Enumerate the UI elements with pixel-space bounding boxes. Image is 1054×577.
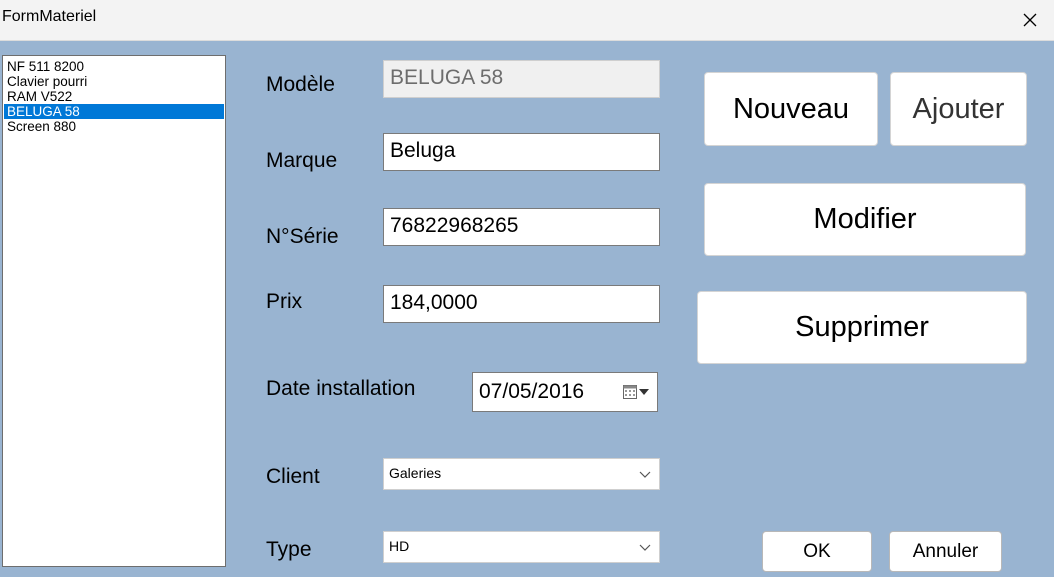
date-installation-label: Date installation: [266, 377, 416, 400]
type-selected-value: HD: [389, 538, 410, 554]
type-combobox[interactable]: HD: [383, 531, 660, 563]
list-item[interactable]: Screen 880: [4, 119, 224, 134]
type-label: Type: [266, 538, 312, 561]
serie-field[interactable]: 76822968265: [383, 208, 660, 246]
nouveau-button[interactable]: Nouveau: [704, 72, 878, 146]
list-item-selected[interactable]: BELUGA 58: [4, 104, 224, 119]
list-item[interactable]: RAM V522: [4, 89, 224, 104]
close-icon: [1023, 13, 1037, 27]
chevron-down-icon: [639, 544, 651, 551]
client-label: Client: [266, 465, 320, 488]
prix-label: Prix: [266, 290, 303, 313]
modele-label: Modèle: [266, 73, 335, 96]
date-picker[interactable]: 07/05/2016: [472, 372, 658, 412]
list-item[interactable]: NF 511 8200: [4, 59, 224, 74]
annuler-button[interactable]: Annuler: [889, 531, 1002, 572]
close-button[interactable]: [1014, 4, 1046, 36]
chevron-down-icon: [639, 389, 649, 395]
client-selected-value: Galeries: [389, 465, 442, 481]
ok-button[interactable]: OK: [762, 531, 872, 572]
prix-field[interactable]: 184,0000: [383, 285, 660, 323]
modifier-button[interactable]: Modifier: [704, 183, 1026, 256]
date-value: 07/05/2016: [479, 380, 585, 403]
marque-field[interactable]: Beluga: [383, 133, 660, 171]
calendar-icon: [623, 385, 637, 399]
materiel-listbox[interactable]: NF 511 8200 Clavier pourri RAM V522 BELU…: [2, 55, 226, 567]
window-title: FormMateriel: [2, 8, 97, 25]
modele-field[interactable]: BELUGA 58: [383, 60, 660, 98]
supprimer-button[interactable]: Supprimer: [697, 291, 1027, 364]
calendar-dropdown-button[interactable]: [623, 385, 649, 399]
ajouter-button[interactable]: Ajouter: [890, 72, 1027, 146]
chevron-down-icon: [639, 471, 651, 478]
title-bar: FormMateriel: [0, 0, 1054, 41]
marque-label: Marque: [266, 149, 338, 172]
client-combobox[interactable]: Galeries: [383, 458, 660, 490]
list-item[interactable]: Clavier pourri: [4, 74, 224, 89]
serie-label: N°Série: [266, 225, 339, 248]
